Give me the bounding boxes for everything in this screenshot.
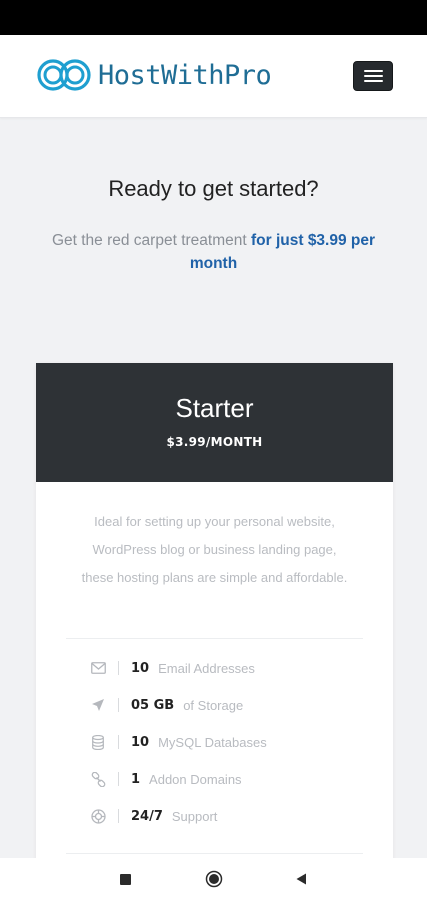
plan-description: Ideal for setting up your personal websi…: [81, 514, 348, 585]
plan-price: $3.99/MONTH: [166, 435, 263, 449]
home-button[interactable]: [203, 868, 225, 890]
feature-label: Email Addresses: [158, 660, 255, 676]
feature-label: Support: [171, 808, 218, 824]
envelope-icon: [88, 658, 108, 678]
hamburger-menu-button[interactable]: [353, 61, 393, 91]
feature-label: MySQL Databases: [158, 734, 267, 750]
circle-icon: [205, 870, 223, 888]
hero-subtitle-text: Get the red carpet treatment: [51, 232, 251, 249]
feature-row: 24/7 Support: [88, 804, 368, 828]
plan-name: Starter: [175, 393, 254, 423]
feature-row: 1 Addon Domains: [88, 767, 368, 791]
lifebuoy-icon: [88, 806, 108, 826]
hero-subtitle: Get the red carpet treatment for just $3…: [40, 229, 387, 275]
site-header: HostWithPro: [0, 35, 427, 118]
feature-label: Addon Domains: [149, 771, 242, 787]
link-icon: [88, 769, 108, 789]
pricing-card-header: Starter $3.99/MONTH: [36, 363, 393, 482]
back-button[interactable]: [290, 868, 312, 890]
recents-button[interactable]: [114, 868, 136, 890]
site-logo[interactable]: HostWithPro: [36, 55, 272, 95]
system-navigation-bar: [0, 858, 427, 900]
feature-row: 10 Email Addresses: [88, 656, 368, 680]
pricing-card-starter: Starter $3.99/MONTH Ideal for setting up…: [36, 363, 393, 883]
logo-text: HostWithPro: [98, 59, 272, 91]
hamburger-menu-icon: [363, 70, 383, 72]
feature-label: of Storage: [183, 697, 244, 713]
square-icon: [119, 873, 131, 885]
status-bar: [0, 0, 427, 35]
divider: [66, 638, 363, 639]
feature-value: 24/7: [131, 808, 163, 824]
feature-value: 10: [131, 734, 150, 750]
rocket-icon: [88, 695, 108, 715]
database-icon: [88, 732, 108, 752]
feature-value: 05 GB: [131, 697, 175, 713]
hero-title: Ready to get started?: [108, 176, 319, 201]
triangle-back-icon: [296, 873, 306, 885]
feature-row: 10 MySQL Databases: [88, 730, 368, 754]
feature-row: 05 GB of Storage: [88, 693, 368, 717]
double-loop-logo-icon: [37, 59, 91, 91]
feature-value: 10: [131, 660, 150, 676]
feature-value: 1: [131, 771, 141, 787]
divider: [66, 853, 363, 854]
